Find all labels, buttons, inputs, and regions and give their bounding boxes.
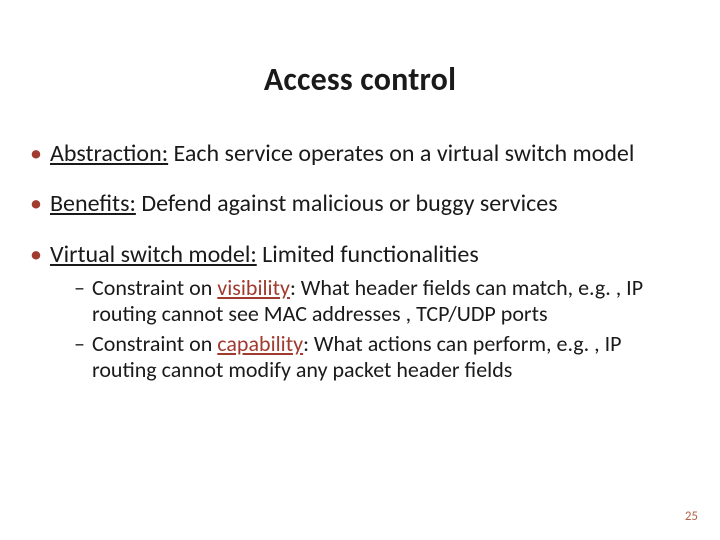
bullet-list: Abstraction: Each service operates on a … xyxy=(28,140,690,383)
sub-bullet-item: Constraint on capability: What actions c… xyxy=(74,331,690,383)
bullet-item: Benefits: Defend against malicious or bu… xyxy=(28,190,690,218)
sub-bullet-keyword: visibility xyxy=(217,274,290,301)
sub-bullet-item: Constraint on visibility: What header fi… xyxy=(74,275,690,327)
bullet-text: Limited functionalities xyxy=(257,240,479,269)
slide-title: Access control xyxy=(0,60,720,99)
bullet-lead: Abstraction: xyxy=(50,139,168,168)
slide-body: Abstraction: Each service operates on a … xyxy=(28,140,690,383)
page-number: 25 xyxy=(685,509,698,524)
bullet-lead: Benefits: xyxy=(50,189,136,218)
sub-bullet-keyword: capability xyxy=(217,330,303,357)
sub-bullet-prefix: Constraint on xyxy=(92,274,217,301)
bullet-item: Virtual switch model: Limited functional… xyxy=(28,241,690,383)
sub-bullet-prefix: Constraint on xyxy=(92,330,217,357)
slide: Access control Abstraction: Each service… xyxy=(0,0,720,540)
sub-bullet-list: Constraint on visibility: What header fi… xyxy=(50,275,690,383)
bullet-lead: Virtual switch model: xyxy=(50,240,257,269)
bullet-item: Abstraction: Each service operates on a … xyxy=(28,140,690,168)
bullet-text: Each service operates on a virtual switc… xyxy=(168,139,634,168)
bullet-text: Defend against malicious or buggy servic… xyxy=(136,189,558,218)
